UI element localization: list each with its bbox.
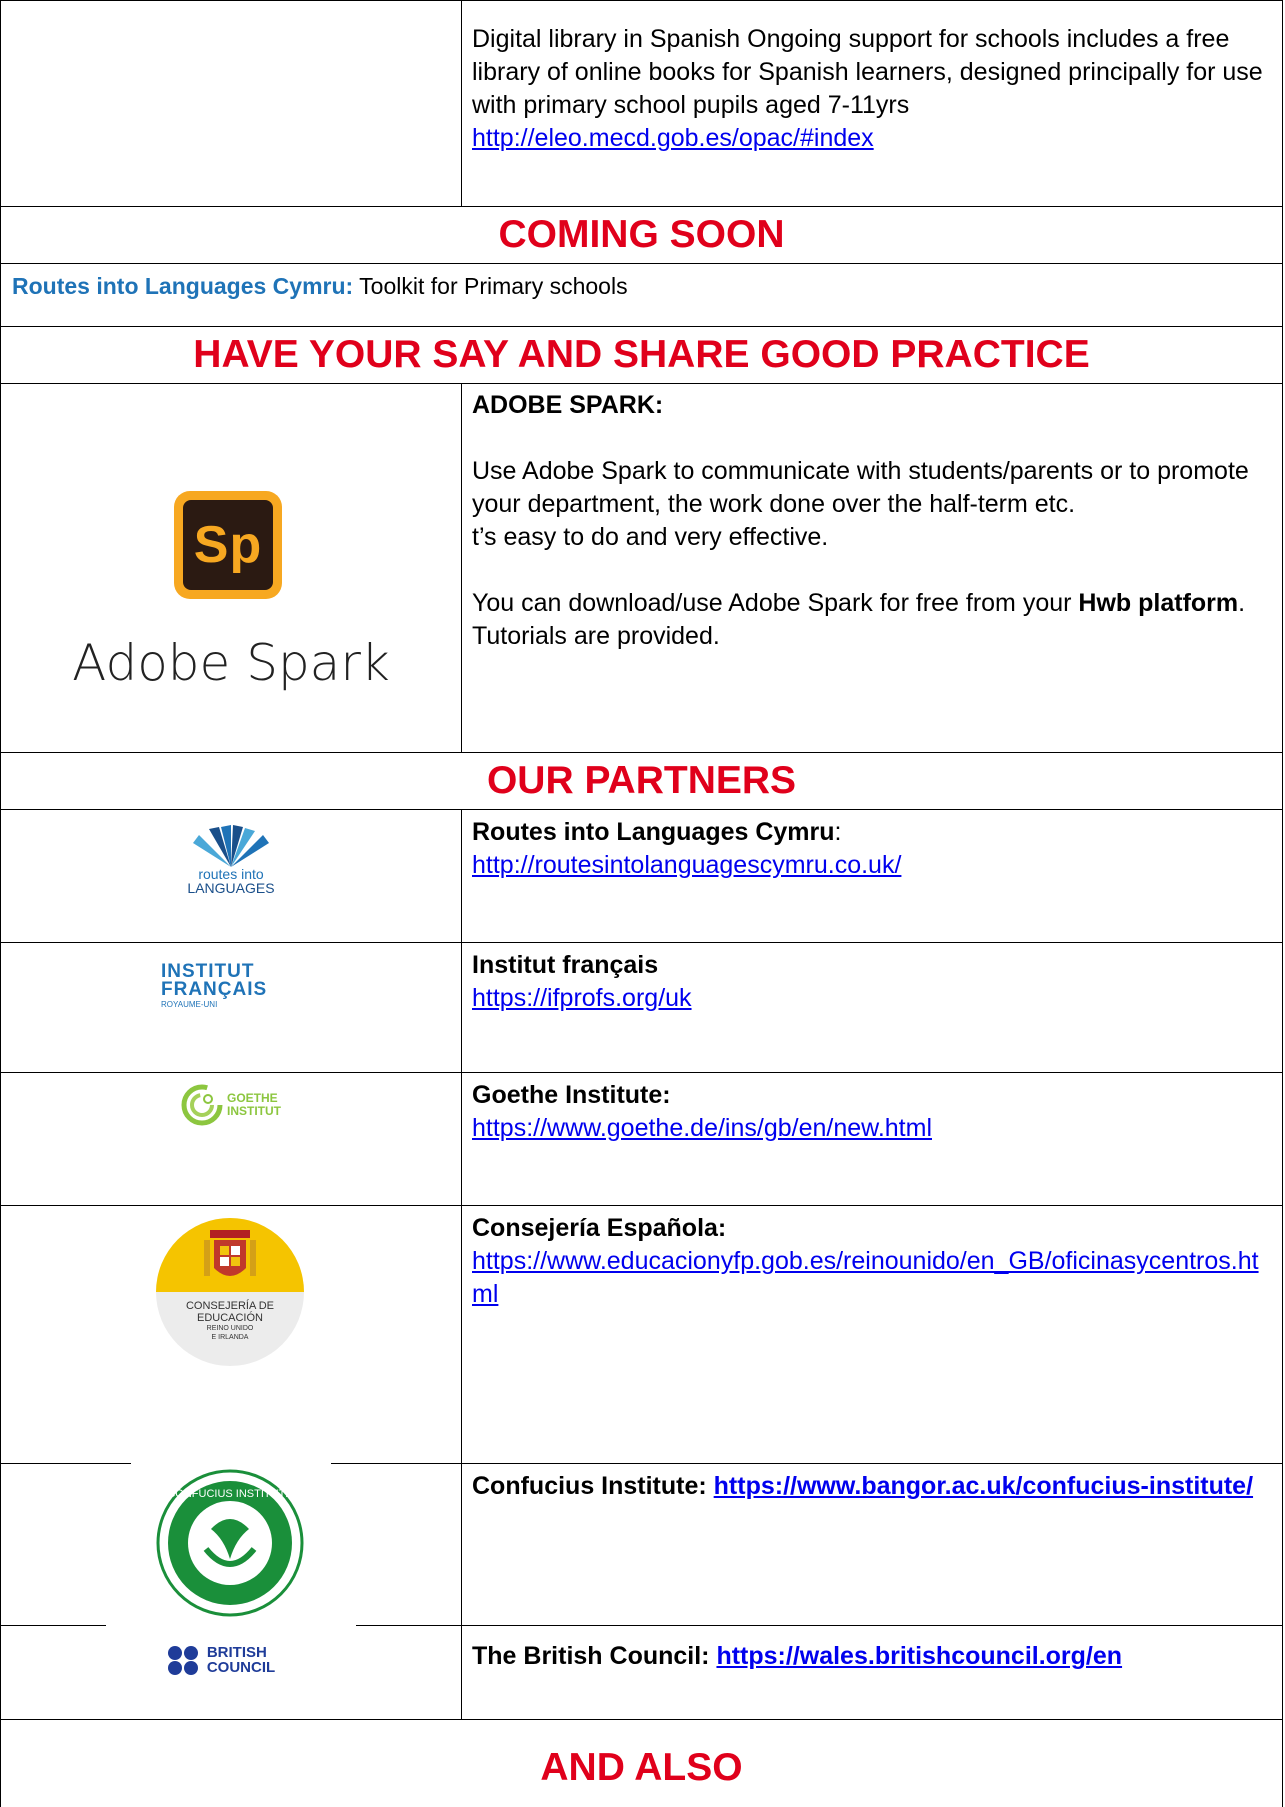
routes-name: Routes into Languages Cymru (472, 818, 835, 846)
spanish-library-cell: Digital library in Spanish Ongoing suppo… (472, 23, 1274, 155)
adobe-spark-mark: Sp (193, 516, 263, 574)
partner-row-consejeria: CONSEJERÍA DE EDUCACIÓN REINO UNIDO E IR… (0, 1206, 1283, 1464)
coming-soon-heading: COMING SOON (498, 213, 785, 256)
consejeria-link[interactable]: https://www.educacionyfp.gob.es/reinouni… (472, 1247, 1259, 1308)
partner-row-institut: INSTITUT FRANÇAIS ROYAUME-UNI Institut f… (0, 943, 1283, 1073)
coming-soon-org: Routes into Languages Cymru: (12, 273, 354, 299)
adobe-spark-logo-cell: Sp Adobe Spark (1, 384, 462, 752)
empty-logo-cell (1, 1, 462, 206)
spanish-crest-icon (204, 1230, 256, 1276)
institut-logo-cell: INSTITUT FRANÇAIS ROYAUME-UNI (1, 943, 462, 1072)
coming-soon-heading-row: COMING SOON (0, 207, 1283, 264)
institut-link[interactable]: https://ifprofs.org/uk (472, 984, 692, 1012)
routes-logo-cell: routes into LANGUAGES (1, 810, 462, 942)
svg-text:CONFUCIUS INSTITUTE: CONFUCIUS INSTITUTE (167, 1488, 292, 1500)
british-council-name: The British Council: (472, 1642, 717, 1670)
adobe-spark-row: Sp Adobe Spark ADOBE SPARK: Use Adobe Sp… (0, 384, 1283, 753)
spanish-library-row: Digital library in Spanish Ongoing suppo… (0, 0, 1283, 207)
adobe-spark-text-cell: ADOBE SPARK: Use Adobe Spark to communic… (472, 389, 1274, 653)
routes-fan-icon (193, 825, 269, 867)
hwb-platform: Hwb platform (1078, 589, 1239, 617)
goethe-logo: GOETHE INSTITUT (171, 1083, 291, 1127)
goethe-link[interactable]: https://www.goethe.de/ins/gb/en/new.html (472, 1114, 932, 1142)
consejeria-text-cell: Consejería Española: https://www.educaci… (472, 1212, 1274, 1311)
british-council-text-cell: The British Council: https://wales.briti… (472, 1640, 1274, 1673)
confucius-logo: CONFUCIUS INSTITUTE (156, 1469, 304, 1617)
and-also-heading: AND ALSO (540, 1746, 743, 1789)
confucius-name: Confucius Institute: (472, 1472, 714, 1500)
share-heading: HAVE YOUR SAY AND SHARE GOOD PRACTICE (193, 333, 1090, 376)
institut-text-cell: Institut français https://ifprofs.org/uk (472, 949, 1274, 1015)
spanish-library-description: Digital library in Spanish Ongoing suppo… (472, 25, 1263, 119)
and-also-heading-row: AND ALSO (0, 1720, 1283, 1807)
adobe-spark-para3: You can download/use Adobe Spark for fre… (472, 589, 1246, 617)
goethe-logo-cell: GOETHE INSTITUT (1, 1073, 462, 1205)
confucius-link[interactable]: https://www.bangor.ac.uk/confucius-insti… (714, 1472, 1253, 1500)
adobe-spark-para4: Tutorials are provided. (472, 622, 720, 650)
coming-soon-row: Routes into Languages Cymru: Toolkit for… (0, 264, 1283, 327)
consejeria-logo-cell: CONSEJERÍA DE EDUCACIÓN REINO UNIDO E IR… (1, 1206, 462, 1463)
routes-logo: routes into LANGUAGES (151, 820, 311, 900)
confucius-logo-cell: CONFUCIUS INSTITUTE (1, 1462, 462, 1625)
consejeria-name: Consejería Española: (472, 1214, 727, 1242)
institut-name: Institut français (472, 951, 659, 979)
partners-heading: OUR PARTNERS (486, 759, 797, 802)
share-heading-row: HAVE YOUR SAY AND SHARE GOOD PRACTICE (0, 327, 1283, 384)
goethe-name: Goethe Institute: (472, 1081, 671, 1109)
spanish-library-link[interactable]: http://eleo.mecd.gob.es/opac/#index (472, 124, 874, 152)
adobe-spark-logo: Sp (174, 491, 282, 599)
partner-row-goethe: GOETHE INSTITUT Goethe Institute: https:… (0, 1073, 1283, 1206)
partners-heading-row: OUR PARTNERS (0, 753, 1283, 810)
goethe-swirl-icon (181, 1084, 223, 1126)
goethe-text-cell: Goethe Institute: https://www.goethe.de/… (472, 1079, 1274, 1145)
adobe-spark-wordmark: Adobe Spark (72, 634, 390, 692)
confucius-text-cell: Confucius Institute: https://www.bangor.… (472, 1470, 1274, 1503)
partner-row-british-council: BRITISH COUNCIL The British Council: htt… (0, 1624, 1283, 1720)
adobe-spark-title: ADOBE SPARK: (472, 391, 664, 419)
british-council-logo: BRITISH COUNCIL (151, 1640, 291, 1680)
institut-logo: INSTITUT FRANÇAIS ROYAUME-UNI (161, 961, 268, 1009)
coming-soon-text: Routes into Languages Cymru: Toolkit for… (12, 270, 1282, 303)
partner-row-routes: routes into LANGUAGES Routes into Langua… (0, 810, 1283, 943)
routes-text-cell: Routes into Languages Cymru: http://rout… (472, 818, 902, 879)
adobe-spark-para1: Use Adobe Spark to communicate with stud… (472, 457, 1249, 518)
partner-row-confucius: CONFUCIUS INSTITUTE Confucius Institute:… (0, 1462, 1283, 1626)
coming-soon-desc: Toolkit for Primary schools (353, 273, 628, 299)
routes-link[interactable]: http://routesintolanguagescymru.co.uk/ (472, 851, 901, 879)
adobe-spark-para2: t’s easy to do and very effective. (472, 523, 829, 551)
british-council-logo-cell: BRITISH COUNCIL (1, 1624, 462, 1719)
consejeria-logo: CONSEJERÍA DE EDUCACIÓN REINO UNIDO E IR… (156, 1218, 304, 1366)
british-council-link[interactable]: https://wales.britishcouncil.org/en (716, 1642, 1122, 1670)
document-page: Digital library in Spanish Ongoing suppo… (0, 0, 1285, 1807)
british-council-dots-icon (167, 1646, 198, 1675)
